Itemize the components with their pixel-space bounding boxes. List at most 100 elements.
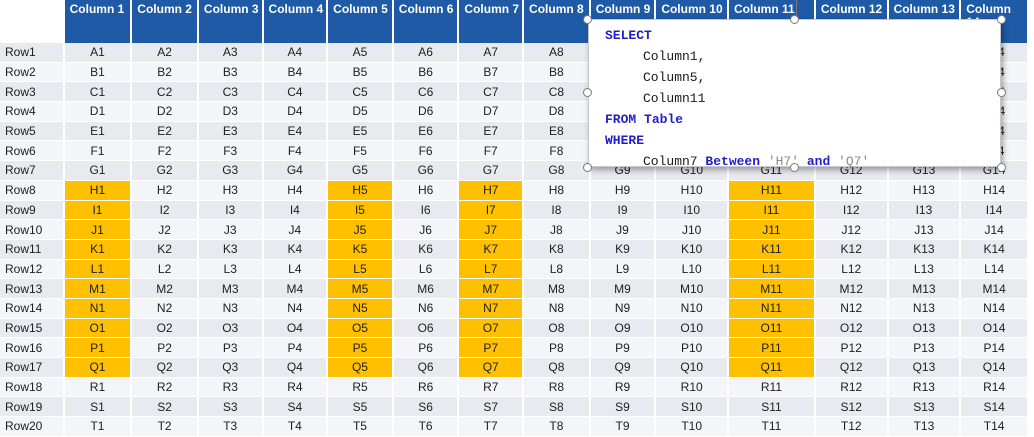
table-cell[interactable]: R1 bbox=[64, 377, 133, 398]
table-cell[interactable]: R4 bbox=[263, 377, 329, 398]
table-cell[interactable]: D6 bbox=[393, 102, 460, 122]
table-cell[interactable]: T1 bbox=[64, 417, 133, 437]
table-cell[interactable]: D3 bbox=[198, 102, 264, 122]
table-cell[interactable]: R7 bbox=[459, 377, 525, 398]
table-cell[interactable]: L5 bbox=[328, 259, 394, 280]
row-header[interactable]: Row3 bbox=[0, 82, 65, 103]
table-cell[interactable]: P5 bbox=[328, 338, 394, 358]
table-cell[interactable]: N5 bbox=[328, 298, 394, 319]
table-cell[interactable]: R6 bbox=[393, 377, 460, 398]
table-cell[interactable]: R11 bbox=[729, 377, 816, 398]
resize-handle-top-right[interactable] bbox=[997, 15, 1006, 24]
table-cell[interactable]: L2 bbox=[132, 259, 199, 280]
table-cell[interactable]: J4 bbox=[263, 220, 329, 240]
table-cell[interactable]: B8 bbox=[524, 62, 591, 83]
table-cell[interactable]: C5 bbox=[328, 82, 394, 103]
table-cell[interactable]: M12 bbox=[815, 279, 889, 299]
table-cell[interactable]: S3 bbox=[198, 397, 264, 418]
table-cell[interactable]: O1 bbox=[64, 318, 133, 339]
table-cell[interactable]: Q9 bbox=[590, 358, 657, 378]
table-cell[interactable]: G5 bbox=[328, 161, 394, 181]
table-cell[interactable]: E4 bbox=[263, 121, 329, 142]
table-cell[interactable]: N2 bbox=[132, 298, 199, 319]
table-cell[interactable]: R3 bbox=[198, 377, 264, 398]
table-cell[interactable]: C4 bbox=[263, 82, 329, 103]
table-cell[interactable]: B6 bbox=[393, 62, 460, 83]
table-cell[interactable]: I8 bbox=[524, 200, 591, 221]
table-cell[interactable]: O9 bbox=[590, 318, 657, 339]
table-cell[interactable]: E5 bbox=[328, 121, 394, 142]
table-cell[interactable]: J13 bbox=[888, 220, 962, 240]
table-cell[interactable]: A3 bbox=[198, 43, 264, 63]
table-cell[interactable]: N3 bbox=[198, 298, 264, 319]
column-header-2[interactable]: Column 2 bbox=[132, 0, 199, 43]
table-cell[interactable]: T10 bbox=[656, 417, 730, 437]
table-cell[interactable]: P11 bbox=[729, 338, 816, 358]
table-cell[interactable]: M14 bbox=[961, 279, 1029, 299]
table-cell[interactable]: S5 bbox=[328, 397, 394, 418]
table-cell[interactable]: C2 bbox=[132, 82, 199, 103]
table-cell[interactable]: P7 bbox=[459, 338, 525, 358]
table-cell[interactable]: N1 bbox=[64, 298, 133, 319]
table-cell[interactable]: P9 bbox=[590, 338, 657, 358]
table-cell[interactable]: E8 bbox=[524, 121, 591, 142]
table-cell[interactable]: A1 bbox=[64, 43, 133, 63]
table-cell[interactable]: H11 bbox=[729, 180, 816, 201]
table-cell[interactable]: L12 bbox=[815, 259, 889, 280]
table-cell[interactable]: T13 bbox=[888, 417, 962, 437]
table-cell[interactable]: N12 bbox=[815, 298, 889, 319]
table-cell[interactable]: J8 bbox=[524, 220, 591, 240]
table-cell[interactable]: I11 bbox=[729, 200, 816, 221]
table-cell[interactable]: K9 bbox=[590, 239, 657, 260]
table-cell[interactable]: P14 bbox=[961, 338, 1029, 358]
table-cell[interactable]: O13 bbox=[888, 318, 962, 339]
table-cell[interactable]: H5 bbox=[328, 180, 394, 201]
table-cell[interactable]: Q3 bbox=[198, 358, 264, 378]
table-cell[interactable]: G3 bbox=[198, 161, 264, 181]
table-cell[interactable]: I12 bbox=[815, 200, 889, 221]
table-cell[interactable]: F1 bbox=[64, 141, 133, 162]
table-cell[interactable]: K14 bbox=[961, 239, 1029, 260]
row-header[interactable]: Row17 bbox=[0, 358, 65, 378]
column-header-7[interactable]: Column 7 bbox=[459, 0, 525, 43]
table-cell[interactable]: Q11 bbox=[729, 358, 816, 378]
table-cell[interactable]: C6 bbox=[393, 82, 460, 103]
table-cell[interactable]: F4 bbox=[263, 141, 329, 162]
row-header[interactable]: Row12 bbox=[0, 259, 65, 280]
table-cell[interactable]: B7 bbox=[459, 62, 525, 83]
table-cell[interactable]: M2 bbox=[132, 279, 199, 299]
table-cell[interactable]: T11 bbox=[729, 417, 816, 437]
table-cell[interactable]: P12 bbox=[815, 338, 889, 358]
table-cell[interactable]: H14 bbox=[961, 180, 1029, 201]
column-header-8[interactable]: Column 8 bbox=[524, 0, 591, 43]
table-cell[interactable]: O7 bbox=[459, 318, 525, 339]
table-cell[interactable]: K6 bbox=[393, 239, 460, 260]
table-cell[interactable]: J7 bbox=[459, 220, 525, 240]
column-header-4[interactable]: Column 4 bbox=[263, 0, 329, 43]
table-cell[interactable]: L14 bbox=[961, 259, 1029, 280]
table-cell[interactable]: H4 bbox=[263, 180, 329, 201]
table-cell[interactable]: E2 bbox=[132, 121, 199, 142]
table-cell[interactable]: L3 bbox=[198, 259, 264, 280]
table-cell[interactable]: O14 bbox=[961, 318, 1029, 339]
row-header[interactable]: Row14 bbox=[0, 298, 65, 319]
table-cell[interactable]: T6 bbox=[393, 417, 460, 437]
table-cell[interactable]: S1 bbox=[64, 397, 133, 418]
table-cell[interactable]: P13 bbox=[888, 338, 962, 358]
table-cell[interactable]: N9 bbox=[590, 298, 657, 319]
row-header[interactable]: Row5 bbox=[0, 121, 65, 142]
table-cell[interactable]: N6 bbox=[393, 298, 460, 319]
row-header[interactable]: Row18 bbox=[0, 377, 65, 398]
table-cell[interactable]: J11 bbox=[729, 220, 816, 240]
table-cell[interactable]: J1 bbox=[64, 220, 133, 240]
table-cell[interactable]: P6 bbox=[393, 338, 460, 358]
table-cell[interactable]: P2 bbox=[132, 338, 199, 358]
row-header[interactable]: Row13 bbox=[0, 279, 65, 299]
table-cell[interactable]: A7 bbox=[459, 43, 525, 63]
table-cell[interactable]: O5 bbox=[328, 318, 394, 339]
table-cell[interactable]: D2 bbox=[132, 102, 199, 122]
table-cell[interactable]: J2 bbox=[132, 220, 199, 240]
table-cell[interactable]: T3 bbox=[198, 417, 264, 437]
table-cell[interactable]: D5 bbox=[328, 102, 394, 122]
table-cell[interactable]: K11 bbox=[729, 239, 816, 260]
